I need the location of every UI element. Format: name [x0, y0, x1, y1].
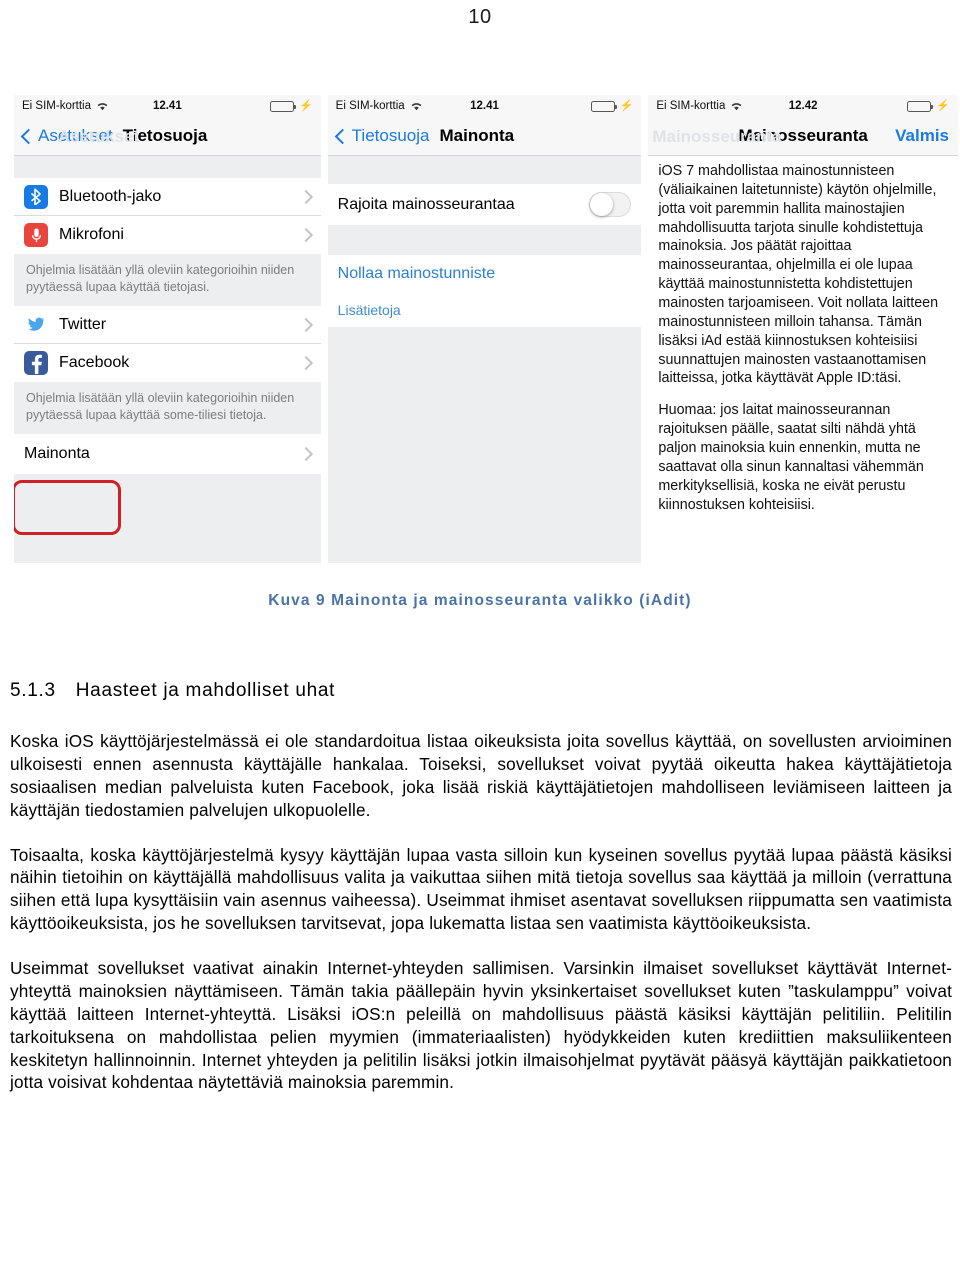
list-top-spacer: [327, 156, 642, 184]
status-bar-right: ⚡: [590, 99, 634, 112]
figure-caption: Kuva 9 Mainonta ja mainosseuranta valikk…: [268, 592, 692, 609]
toggle-row-label: Rajoita mainosseurantaa: [337, 195, 515, 213]
list-top-spacer: [14, 156, 321, 178]
settings-list: Rajoita mainosseurantaa Nollaa mainostun…: [327, 156, 642, 563]
status-bar-left: Ei SIM-korttia: [336, 100, 423, 112]
charging-bolt-icon: ⚡: [619, 99, 634, 112]
figure-screenshots: Ei SIM-korttia 12.41 ⚡ Asetukset Asetuks…: [14, 95, 958, 563]
list-item-facebook[interactable]: Facebook: [14, 344, 321, 382]
limit-ad-tracking-toggle[interactable]: [589, 192, 632, 217]
status-bar: Ei SIM-korttia 12.41 ⚡: [14, 95, 321, 117]
carrier-label: Ei SIM-korttia: [335, 100, 405, 112]
section-heading-number: 5.1.3: [10, 680, 56, 701]
carrier-label: Ei SIM-korttia: [656, 100, 726, 112]
charging-bolt-icon: ⚡: [936, 99, 950, 112]
phone-screenshot-mainosseuranta: Ei SIM-korttia 12.42 ⚡ Mainosseuranta Ma…: [648, 95, 958, 563]
status-bar-left: Ei SIM-korttia: [22, 100, 109, 112]
body-paragraph: Useimmat sovellukset vaativat ainakin In…: [10, 958, 952, 1093]
nav-bar: Asetukset Asetukset Tietosuoja: [14, 117, 321, 156]
chevron-left-icon: [20, 128, 37, 144]
list-item-reset-ad-id[interactable]: Nollaa mainostunniste: [327, 255, 642, 293]
nav-bar: Tietosuoja Mainonta: [327, 117, 642, 156]
info-paragraph: iOS 7 mahdollistaa mainostunnisteen (väl…: [658, 163, 939, 387]
wifi-icon: [96, 101, 109, 111]
status-bar-right: ⚡: [269, 99, 313, 112]
status-bar: Ei SIM-korttia 12.42 ⚡: [648, 95, 958, 117]
list-item-label: Bluetooth-jako: [59, 187, 162, 205]
list-item-microphone[interactable]: Mikrofoni: [14, 216, 321, 254]
phone-screenshot-mainonta: Ei SIM-korttia 12.41 ⚡ Tietosuoja Mainon…: [327, 95, 642, 563]
bluetooth-icon: [24, 184, 48, 209]
footer-note-privacy: Ohjelmia lisätään yllä oleviin kategorio…: [14, 254, 321, 306]
chevron-right-icon: [298, 227, 313, 243]
section-heading: 5.1.3 Haasteet ja mahdolliset uhat: [10, 680, 952, 702]
chevron-right-icon: [298, 189, 313, 204]
info-text-panel: iOS 7 mahdollistaa mainostunnisteen (väl…: [648, 156, 958, 563]
back-button-label: Tietosuoja: [351, 126, 430, 145]
chevron-right-icon: [298, 355, 313, 371]
nav-title: Mainonta: [439, 126, 515, 145]
status-bar-right: ⚡: [907, 99, 950, 112]
settings-list: Bluetooth-jako Mikrofoni Ohjelmia lisätä…: [14, 156, 321, 526]
nav-bar: Mainosseuranta Mainosseuranta Valmis: [648, 117, 958, 156]
page-number: 10: [468, 6, 492, 28]
back-button[interactable]: Tietosuoja: [334, 126, 430, 146]
charging-bolt-icon: ⚡: [298, 99, 313, 112]
chevron-right-icon: [298, 317, 313, 332]
list-item-twitter[interactable]: Twitter: [14, 306, 321, 344]
footer-note-social: Ohjelmia lisätään yllä oleviin kategorio…: [14, 382, 321, 434]
list-item-label: Mainonta: [24, 445, 90, 462]
twitter-icon: [24, 312, 48, 337]
carrier-label: Ei SIM-korttia: [22, 100, 92, 112]
done-button[interactable]: Valmis: [895, 126, 949, 146]
ghost-title: Mainosseuranta: [652, 127, 782, 146]
back-button[interactable]: Asetukset: [20, 126, 113, 146]
chevron-left-icon: [334, 128, 350, 144]
list-item-label: Facebook: [59, 354, 130, 371]
battery-icon: [590, 100, 617, 112]
back-button-label: Asetukset: [38, 126, 113, 145]
list-item-label: Lisätietoja: [337, 302, 401, 318]
document-body: 5.1.3 Haasteet ja mahdolliset uhat Koska …: [10, 680, 952, 1094]
status-bar-left: Ei SIM-korttia: [656, 100, 743, 112]
list-mid-spacer: [327, 225, 642, 255]
phone-screenshot-tietosuoja: Ei SIM-korttia 12.41 ⚡ Asetukset Asetuks…: [14, 95, 321, 563]
list-bottom-spacer: [327, 327, 642, 563]
status-bar: Ei SIM-korttia 12.41 ⚡: [327, 95, 642, 117]
list-item-mainonta[interactable]: Mainonta: [14, 434, 321, 474]
list-item-label: Nollaa mainostunniste: [337, 265, 496, 282]
wifi-icon: [410, 101, 423, 111]
nav-title: Tietosuoja: [122, 126, 208, 145]
list-item-label: Twitter: [59, 315, 107, 333]
toggle-row-limit-ad-tracking[interactable]: Rajoita mainosseurantaa: [327, 184, 642, 225]
toggle-knob: [590, 193, 614, 216]
battery-icon: [269, 100, 296, 112]
chevron-right-icon: [298, 446, 313, 462]
body-paragraph: Toisaalta, koska käyttöjärjestelmä kysyy…: [10, 844, 952, 934]
microphone-icon: [24, 223, 48, 247]
list-item-more-info[interactable]: Lisätietoja: [327, 293, 642, 327]
list-item-bluetooth[interactable]: Bluetooth-jako: [14, 178, 321, 216]
wifi-icon: [730, 101, 743, 111]
section-heading-text: Haasteet ja mahdolliset uhat: [75, 680, 336, 701]
body-paragraph: Koska iOS käyttöjärjestelmässä ei ole st…: [10, 731, 952, 820]
list-bottom-spacer: [14, 474, 321, 526]
battery-icon: [907, 100, 934, 112]
facebook-icon: [24, 351, 48, 375]
list-item-label: Mikrofoni: [59, 226, 124, 243]
info-paragraph: Huomaa: jos laitat mainosseurannan rajoi…: [658, 402, 924, 513]
